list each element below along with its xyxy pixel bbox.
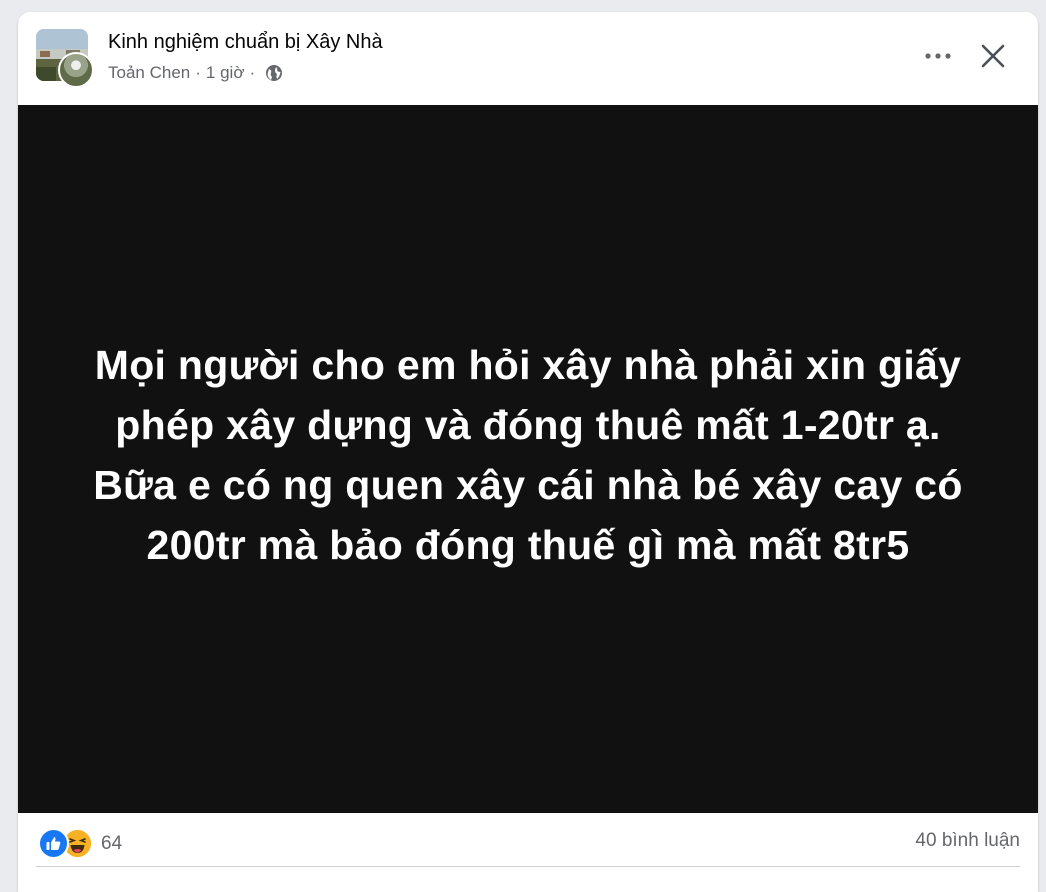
close-button[interactable] (973, 36, 1013, 76)
meta-separator: · (195, 63, 201, 82)
footer-divider (36, 866, 1020, 867)
reactions-summary[interactable]: 64 (38, 828, 122, 859)
post-text-line: 200tr mà bảo đóng thuế gì mà mất 8tr5 (146, 522, 910, 568)
author-name[interactable]: Toản Chen (108, 63, 190, 83)
more-options-button[interactable] (916, 42, 960, 70)
comment-count[interactable]: 40 bình luận (915, 830, 1020, 852)
more-icon (925, 53, 951, 59)
post-footer: 64 40 bình luận (18, 813, 1038, 873)
reaction-count[interactable]: 64 (101, 833, 122, 855)
post-card: Kinh nghiệm chuẩn bị Xây Nhà Toản Chen ·… (18, 12, 1038, 892)
post-meta: Toản Chen · 1 giờ · (108, 63, 283, 83)
post-header: Kinh nghiệm chuẩn bị Xây Nhà Toản Chen ·… (18, 12, 1038, 105)
close-icon (981, 44, 1005, 68)
post-time[interactable]: 1 giờ (206, 63, 245, 83)
like-icon (38, 828, 69, 859)
post-text-line: Mọi người cho em hỏi xây nhà phải xin gi… (94, 342, 962, 388)
post-text: Mọi người cho em hỏi xây nhà phải xin gi… (48, 335, 1008, 575)
post-text-line: phép xây dựng và đóng thuê mất 1-20tr ạ. (115, 402, 941, 448)
user-avatar[interactable] (58, 52, 94, 88)
post-background[interactable]: Mọi người cho em hỏi xây nhà phải xin gi… (18, 105, 1038, 813)
globe-icon (265, 64, 283, 82)
meta-separator: · (249, 63, 256, 82)
post-text-line: Bữa e có ng quen xây cái nhà bé xây cay … (93, 462, 963, 508)
group-name[interactable]: Kinh nghiệm chuẩn bị Xây Nhà (108, 31, 383, 54)
